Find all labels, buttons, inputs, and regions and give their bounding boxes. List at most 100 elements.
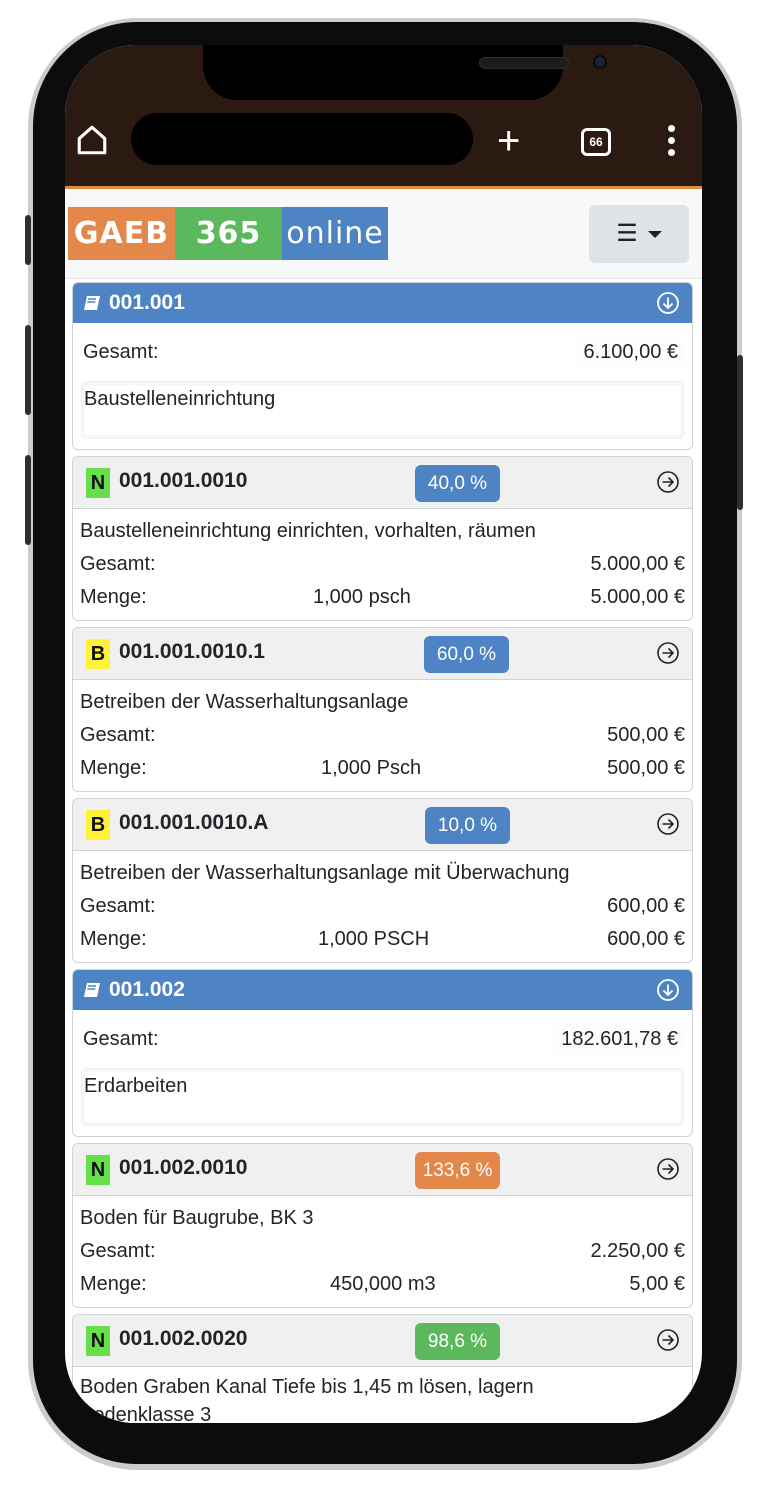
group-total-row: Gesamt: 182.601,78 € [81,1010,684,1068]
group-number: 001.002 [109,978,185,1001]
position-description-line2: Bodenklasse 3 [80,1401,685,1424]
total-row: Gesamt: 2.250,00 € [80,1235,685,1268]
position-header[interactable]: B 001.001.0010.1 60,0 % [73,628,692,680]
arrow-down-circle-icon[interactable] [656,291,680,315]
quantity-value: 1,000 PSCH [318,928,430,950]
percent-badge: 60,0 % [424,636,509,673]
position-body: Boden für Baugrube, BK 3 Gesamt: 2.250,0… [73,1196,692,1307]
position-header[interactable]: N 001.001.0010 40,0 % [73,457,692,509]
total-label: Gesamt: [83,340,159,363]
position-description: Betreiben der Wasserhaltungsanlage mit Ü… [80,857,685,890]
total-value: 500,00 € [607,724,685,746]
position-card: B 001.001.0010.1 60,0 % Betreiben der Wa… [72,627,693,792]
total-label: Gesamt: [80,553,156,575]
quantity-row: Menge: 1,000 psch 5.000,00 € [80,581,685,614]
type-badge: N [86,468,110,498]
description-text: Baustelleneinrichtung einrichten, vorhal… [80,520,536,542]
total-value: 600,00 € [607,895,685,917]
url-bar[interactable] [131,113,473,165]
description-text: Boden Graben Kanal Tiefe bis 1,45 m löse… [80,1375,534,1398]
arrow-right-circle-icon[interactable] [656,1328,680,1352]
phone-screen: + 66 GAEB 365 online ☰ 001.001 Gesamt: 6… [65,45,702,1423]
position-header[interactable]: N 001.002.0020 98,6 % [73,1315,692,1367]
arrow-right-circle-icon[interactable] [656,1157,680,1181]
group-header[interactable]: 001.001 [73,283,692,323]
quantity-label: Menge: [80,757,147,779]
arrow-right-circle-icon[interactable] [656,641,680,665]
unit-price: 500,00 € [607,757,685,779]
app-header: GAEB 365 online ☰ [65,189,702,279]
gaeb-logo[interactable]: GAEB 365 online [68,207,388,260]
position-list: 001.001 Gesamt: 6.100,00 € Baustellenein… [72,282,693,1423]
arrow-down-circle-icon[interactable] [656,978,680,1002]
position-body: Baustelleneinrichtung einrichten, vorhal… [73,509,692,620]
front-camera [593,55,607,69]
percent-badge: 10,0 % [425,807,510,844]
quantity-value: 1,000 psch [313,586,411,608]
total-row: Gesamt: 500,00 € [80,719,685,752]
position-number: 001.002.0010 [119,1156,248,1179]
hamburger-icon: ☰ [616,220,638,247]
position-card: N 001.002.0020 98,6 % Boden Graben Kanal… [72,1314,693,1423]
description-text: Boden für Baugrube, BK 3 [80,1207,314,1229]
position-description: Baustelleneinrichtung einrichten, vorhal… [80,515,685,548]
quantity-label: Menge: [80,1273,147,1295]
position-description: Betreiben der Wasserhaltungsanlage [80,686,685,719]
group-total-value: 182.601,78 € [555,1023,684,1055]
unit-price: 5,00 € [629,1273,685,1295]
group-body: Gesamt: 6.100,00 € Baustelleneinrichtung [73,323,692,449]
unit-price: 5.000,00 € [590,586,685,608]
total-label: Gesamt: [80,895,156,917]
position-body: Boden Graben Kanal Tiefe bis 1,45 m löse… [73,1367,692,1424]
group-body: Gesamt: 182.601,78 € Erdarbeiten [73,1010,692,1136]
position-header[interactable]: N 001.002.0010 133,6 % [73,1144,692,1196]
quantity-value: 450,000 m3 [330,1273,436,1295]
arrow-right-circle-icon[interactable] [656,812,680,836]
group-total-row: Gesamt: 6.100,00 € [81,323,684,381]
home-icon[interactable] [75,123,109,157]
description-text: Betreiben der Wasserhaltungsanlage mit Ü… [80,862,570,884]
position-description: Boden für Baugrube, BK 3 [80,1202,685,1235]
quantity-row: Menge: 450,000 m3 5,00 € [80,1268,685,1301]
position-card: B 001.001.0010.A 10,0 % Betreiben der Wa… [72,798,693,963]
group-header[interactable]: 001.002 [73,970,692,1010]
logo-365-text: 365 [175,207,282,260]
position-description-line1: Boden Graben Kanal Tiefe bis 1,45 m löse… [80,1373,685,1401]
volume-down-button [25,455,31,545]
quantity-label: Menge: [80,586,147,608]
total-label: Gesamt: [80,1240,156,1262]
total-row: Gesamt: 5.000,00 € [80,548,685,581]
logo-online-text: online [282,207,388,260]
arrow-right-circle-icon[interactable] [656,470,680,494]
total-label: Gesamt: [80,724,156,746]
type-badge: N [86,1326,110,1356]
group-card: 001.002 Gesamt: 182.601,78 € Erdarbeiten [72,969,693,1137]
quantity-row: Menge: 1,000 Psch 500,00 € [80,752,685,785]
caret-down-icon [647,230,662,238]
total-row: Gesamt: 600,00 € [80,890,685,923]
quantity-value: 1,000 Psch [321,757,422,779]
position-body: Betreiben der Wasserhaltungsanlage Gesam… [73,680,692,791]
percent-badge: 98,6 % [415,1323,500,1360]
book-icon [84,296,100,310]
quantity-label: Menge: [80,928,147,950]
menu-dropdown-button[interactable]: ☰ [589,205,689,263]
new-tab-plus-icon[interactable]: + [497,121,520,161]
more-options-icon[interactable] [665,125,677,159]
unit-price: 600,00 € [607,928,685,950]
percent-badge: 133,6 % [415,1152,500,1189]
position-number: 001.002.0020 [119,1327,248,1350]
percent-badge: 40,0 % [415,465,500,502]
power-button [737,355,743,510]
type-badge: N [86,1155,110,1185]
group-total-value: 6.100,00 € [577,336,684,368]
description-text: Bodenklasse 3 [80,1403,212,1424]
position-number: 001.001.0010.A [119,811,269,834]
camera-notch [203,45,607,100]
tab-count-icon[interactable]: 66 [581,128,611,156]
volume-up-button [25,325,31,415]
logo-gaeb-text: GAEB [68,207,175,260]
position-header[interactable]: B 001.001.0010.A 10,0 % [73,799,692,851]
total-value: 5.000,00 € [590,553,685,575]
quantity-row: Menge: 1,000 PSCH 600,00 € [80,923,685,956]
